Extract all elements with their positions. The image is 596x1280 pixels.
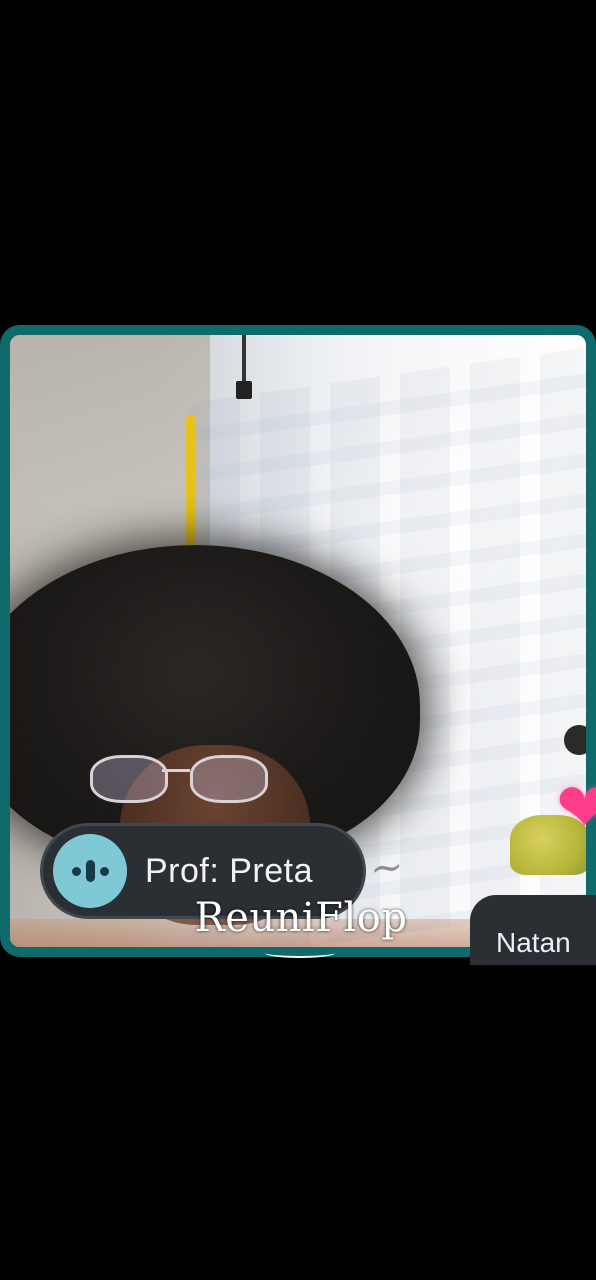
heart-icon: ❤ xyxy=(556,770,596,846)
speaker-glasses xyxy=(90,745,270,805)
background-signature: ~ xyxy=(367,843,406,893)
speaker-name-label: Prof: Preta xyxy=(145,851,314,890)
audio-level-dot-right xyxy=(99,866,109,876)
audio-level-icon xyxy=(53,834,127,908)
watermark-logo: ReuniFlop xyxy=(194,895,408,941)
participant-tile-preview[interactable]: Natan xyxy=(470,895,596,965)
audio-level-bar xyxy=(85,860,95,882)
glasses-lens-right xyxy=(190,755,268,803)
participant-name-label: Natan xyxy=(496,927,571,958)
background-object xyxy=(564,725,586,755)
yellow-pole xyxy=(186,415,196,555)
audio-level-dot-left xyxy=(71,866,81,876)
ceiling-lamp xyxy=(236,335,252,399)
glasses-lens-left xyxy=(90,755,168,803)
glasses-bridge xyxy=(162,769,190,772)
watermark-swoosh xyxy=(265,948,335,958)
